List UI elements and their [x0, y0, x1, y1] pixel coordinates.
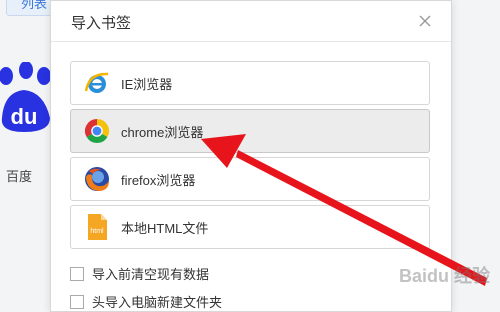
new-folder-row[interactable]: 头导入电脑新建文件夹 — [70, 292, 222, 311]
option-chrome[interactable]: chrome浏览器 — [70, 109, 430, 153]
import-bookmarks-dialog: 导入书签 IE浏览器 chrome浏览器 firefox浏览器 html 本地H… — [50, 0, 452, 312]
option-local-html[interactable]: html 本地HTML文件 — [70, 205, 430, 249]
html-file-icon: html — [88, 214, 107, 240]
new-folder-label: 头导入电脑新建文件夹 — [92, 295, 223, 310]
clear-data-label: 导入前清空现有数据 — [92, 267, 210, 282]
option-firefox[interactable]: firefox浏览器 — [70, 157, 430, 201]
baidu-caption: 百度 — [6, 169, 33, 184]
close-icon[interactable] — [417, 13, 433, 29]
baidu-jingyan-watermark: Baidu 经验 — [398, 266, 490, 286]
title-divider — [51, 41, 451, 42]
option-ie-label: IE浏览器 — [121, 77, 173, 92]
firefox-icon — [85, 167, 109, 191]
clear-data-checkbox[interactable] — [70, 267, 84, 281]
chrome-icon — [84, 119, 110, 144]
html-file-icon-text: html — [90, 228, 104, 235]
option-local-html-label: 本地HTML文件 — [121, 221, 209, 236]
logo-text: du — [11, 104, 38, 129]
clear-data-row[interactable]: 导入前清空现有数据 — [70, 264, 209, 283]
new-folder-checkbox[interactable] — [70, 295, 84, 309]
option-ie[interactable]: IE浏览器 — [70, 61, 430, 105]
option-firefox-label: firefox浏览器 — [121, 173, 196, 188]
baidu-paw-logo: du — [0, 62, 51, 132]
option-chrome-label: chrome浏览器 — [121, 125, 204, 140]
dialog-title: 导入书签 — [71, 15, 132, 32]
ie-icon — [84, 72, 109, 93]
